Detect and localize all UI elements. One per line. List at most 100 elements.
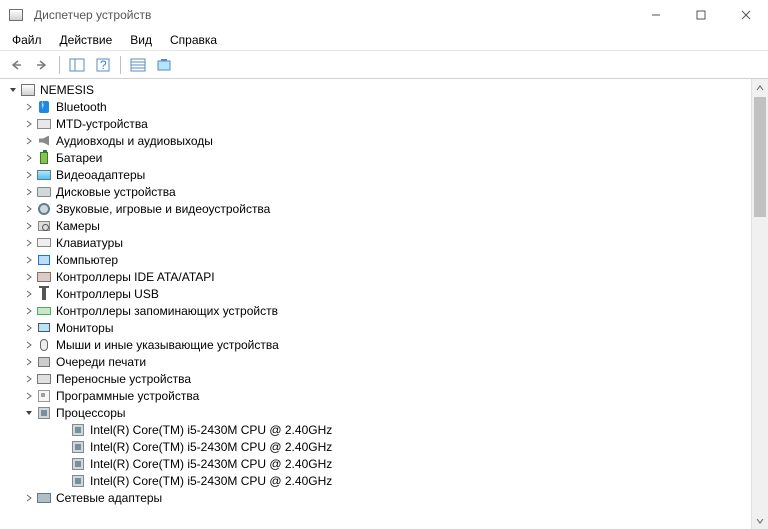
window-title: Диспетчер устройств bbox=[34, 8, 633, 22]
bt-icon bbox=[36, 99, 52, 115]
tree-category-node[interactable]: Bluetooth bbox=[4, 98, 751, 115]
show-hide-tree-button[interactable] bbox=[65, 54, 89, 76]
maximize-button[interactable] bbox=[678, 0, 723, 30]
tree-device-node[interactable]: Intel(R) Core(TM) i5-2430M CPU @ 2.40GHz bbox=[4, 455, 751, 472]
tree-category-node[interactable]: Очереди печати bbox=[4, 353, 751, 370]
print-icon bbox=[36, 354, 52, 370]
expand-arrow-icon[interactable] bbox=[22, 372, 36, 386]
usb-icon bbox=[36, 286, 52, 302]
window-titlebar: Диспетчер устройств bbox=[0, 0, 768, 30]
tree-node-label: Звуковые, игровые и видеоустройства bbox=[56, 202, 270, 216]
tree-node-label: Дисковые устройства bbox=[56, 185, 176, 199]
expand-arrow-icon[interactable] bbox=[22, 185, 36, 199]
tree-node-label: Камеры bbox=[56, 219, 100, 233]
help-button[interactable]: ? bbox=[91, 54, 115, 76]
menu-view[interactable]: Вид bbox=[122, 31, 160, 49]
tree-node-label: Очереди печати bbox=[56, 355, 146, 369]
tree-root-node[interactable]: NEMESIS bbox=[4, 81, 751, 98]
expand-arrow-icon[interactable] bbox=[22, 304, 36, 318]
collapse-arrow-icon[interactable] bbox=[22, 406, 36, 420]
tree-category-node[interactable]: Контроллеры USB bbox=[4, 285, 751, 302]
tree-node-label: Программные устройства bbox=[56, 389, 199, 403]
tree-node-label: Процессоры bbox=[56, 406, 126, 420]
tree-category-node[interactable]: Мыши и иные указывающие устройства bbox=[4, 336, 751, 353]
menu-action[interactable]: Действие bbox=[52, 31, 121, 49]
expand-arrow-icon[interactable] bbox=[22, 338, 36, 352]
menu-bar: Файл Действие Вид Справка bbox=[0, 30, 768, 50]
minimize-button[interactable] bbox=[633, 0, 678, 30]
expand-arrow-icon[interactable] bbox=[22, 134, 36, 148]
app-icon bbox=[8, 7, 24, 23]
tree-category-node[interactable]: Переносные устройства bbox=[4, 370, 751, 387]
expand-arrow-icon[interactable] bbox=[22, 117, 36, 131]
properties-button[interactable] bbox=[152, 54, 176, 76]
vertical-scrollbar[interactable] bbox=[751, 79, 768, 529]
tree-category-node[interactable]: Компьютер bbox=[4, 251, 751, 268]
scan-hardware-button[interactable] bbox=[126, 54, 150, 76]
tree-node-label: Клавиатуры bbox=[56, 236, 123, 250]
tree-node-label: Intel(R) Core(TM) i5-2430M CPU @ 2.40GHz bbox=[90, 457, 332, 471]
batt-icon bbox=[36, 150, 52, 166]
tree-node-label: Intel(R) Core(TM) i5-2430M CPU @ 2.40GHz bbox=[90, 440, 332, 454]
scroll-down-button[interactable] bbox=[752, 512, 768, 529]
expand-arrow-icon[interactable] bbox=[22, 389, 36, 403]
back-button[interactable] bbox=[4, 54, 28, 76]
mtd-icon bbox=[36, 116, 52, 132]
scrollbar-thumb[interactable] bbox=[754, 97, 766, 217]
menu-file[interactable]: Файл bbox=[4, 31, 50, 49]
expand-arrow-icon[interactable] bbox=[22, 270, 36, 284]
expand-arrow-icon[interactable] bbox=[22, 168, 36, 182]
expand-arrow-icon[interactable] bbox=[22, 236, 36, 250]
toolbar-separator bbox=[59, 56, 60, 74]
kbd-icon bbox=[36, 235, 52, 251]
expand-arrow-icon[interactable] bbox=[22, 321, 36, 335]
expand-arrow-icon[interactable] bbox=[22, 100, 36, 114]
tree-category-node[interactable]: Контроллеры запоминающих устройств bbox=[4, 302, 751, 319]
tree-node-label: Переносные устройства bbox=[56, 372, 191, 386]
tree-category-node[interactable]: Процессоры bbox=[4, 404, 751, 421]
content-area: NEMESISBluetoothMTD-устройства Аудиовходы… bbox=[0, 79, 768, 529]
expand-arrow-icon[interactable] bbox=[22, 355, 36, 369]
tree-category-node[interactable]: Сетевые адаптеры bbox=[4, 489, 751, 506]
cpu-icon bbox=[70, 439, 86, 455]
tree-device-node[interactable]: Intel(R) Core(TM) i5-2430M CPU @ 2.40GHz bbox=[4, 472, 751, 489]
expand-arrow-icon[interactable] bbox=[22, 219, 36, 233]
scroll-up-button[interactable] bbox=[752, 79, 768, 96]
tree-node-label: Аудиовходы и аудиовыходы bbox=[56, 134, 213, 148]
tree-category-node[interactable]: MTD-устройства bbox=[4, 115, 751, 132]
tree-category-node[interactable]: Звуковые, игровые и видеоустройства bbox=[4, 200, 751, 217]
tree-device-node[interactable]: Intel(R) Core(TM) i5-2430M CPU @ 2.40GHz bbox=[4, 421, 751, 438]
tree-device-node[interactable]: Intel(R) Core(TM) i5-2430M CPU @ 2.40GHz bbox=[4, 438, 751, 455]
tree-category-node[interactable]: Дисковые устройства bbox=[4, 183, 751, 200]
expand-arrow-icon[interactable] bbox=[22, 202, 36, 216]
collapse-arrow-icon[interactable] bbox=[6, 83, 20, 97]
tree-category-node[interactable]: Аудиовходы и аудиовыходы bbox=[4, 132, 751, 149]
tree-category-node[interactable]: Камеры bbox=[4, 217, 751, 234]
device-tree[interactable]: NEMESISBluetoothMTD-устройства Аудиовходы… bbox=[0, 79, 751, 529]
expand-arrow-icon[interactable] bbox=[22, 253, 36, 267]
menu-help[interactable]: Справка bbox=[162, 31, 225, 49]
tree-node-label: NEMESIS bbox=[40, 83, 94, 97]
tree-category-node[interactable]: Видеоадаптеры bbox=[4, 166, 751, 183]
video-icon bbox=[36, 167, 52, 183]
cpu-icon bbox=[36, 405, 52, 421]
tree-category-node[interactable]: Клавиатуры bbox=[4, 234, 751, 251]
tree-node-label: Intel(R) Core(TM) i5-2430M CPU @ 2.40GHz bbox=[90, 423, 332, 437]
tree-category-node[interactable]: Программные устройства bbox=[4, 387, 751, 404]
pc-icon bbox=[36, 252, 52, 268]
tree-node-label: Intel(R) Core(TM) i5-2430M CPU @ 2.40GHz bbox=[90, 474, 332, 488]
tree-category-node[interactable]: Контроллеры IDE ATA/ATAPI bbox=[4, 268, 751, 285]
expand-arrow-icon[interactable] bbox=[22, 151, 36, 165]
net-icon bbox=[36, 490, 52, 506]
tree-category-node[interactable]: Мониторы bbox=[4, 319, 751, 336]
cpu-icon bbox=[70, 422, 86, 438]
expand-arrow-icon[interactable] bbox=[22, 287, 36, 301]
tree-node-label: Мыши и иные указывающие устройства bbox=[56, 338, 279, 352]
tree-category-node[interactable]: Батареи bbox=[4, 149, 751, 166]
close-button[interactable] bbox=[723, 0, 768, 30]
forward-button[interactable] bbox=[30, 54, 54, 76]
toolbar-separator bbox=[120, 56, 121, 74]
expand-arrow-icon[interactable] bbox=[22, 491, 36, 505]
tree-node-label: Сетевые адаптеры bbox=[56, 491, 162, 505]
disk-icon bbox=[36, 184, 52, 200]
